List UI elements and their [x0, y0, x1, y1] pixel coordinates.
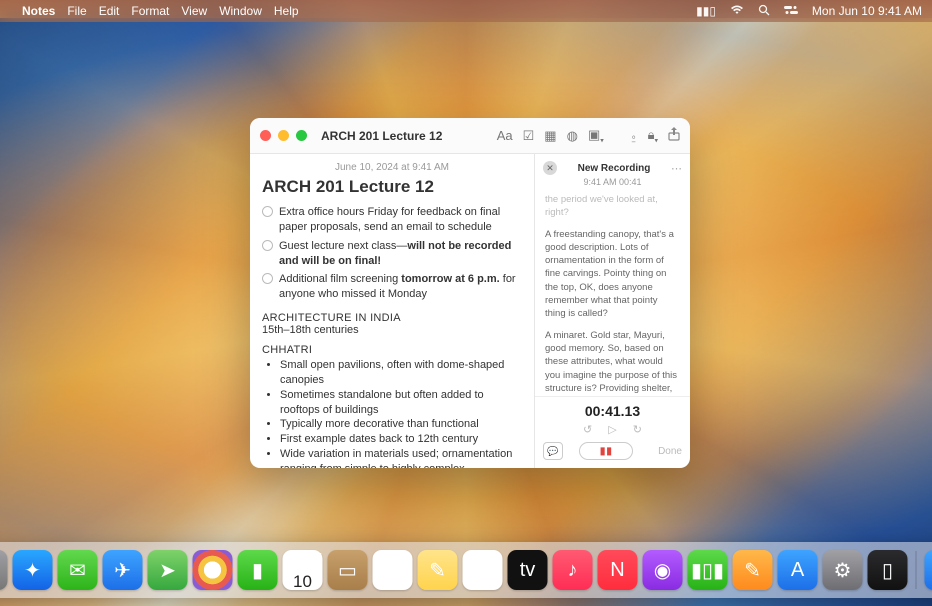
play-icon[interactable]: ▷ [608, 423, 616, 436]
recording-elapsed-time: 00:41.13 [543, 403, 682, 419]
dock-app-settings[interactable]: ⚙ [823, 550, 863, 590]
section-heading: CHHATRI [262, 344, 522, 356]
dock-app-notes[interactable]: ✎ [418, 550, 458, 590]
skip-back-icon[interactable]: ↺ [583, 423, 592, 436]
dock-app-mail[interactable]: ✈︎ [103, 550, 143, 590]
menubar: Notes File Edit Format View Window Help … [0, 0, 932, 22]
menu-help[interactable]: Help [274, 4, 299, 18]
dock-app-maps[interactable]: ➤ [148, 550, 188, 590]
battery-icon[interactable]: ▮▮▯ [696, 4, 716, 18]
app-name[interactable]: Notes [22, 4, 55, 18]
window-title: ARCH 201 Lecture 12 [321, 129, 442, 143]
dock-separator [916, 551, 917, 589]
dock-app-tv[interactable]: tv [508, 550, 548, 590]
window-titlebar[interactable]: ARCH 201 Lecture 12 Aa ☑ ▦ ◍ ▣▾ ⍛ 🔒︎▾ [250, 118, 690, 154]
recording-sidebar: ✕ New Recording ⋯ 9:41 AM 00:41 the peri… [534, 154, 690, 468]
dock-app-photos[interactable] [193, 550, 233, 590]
lock-icon[interactable]: 🔒︎▾ [648, 127, 658, 145]
menubar-clock[interactable]: Mon Jun 10 9:41 AM [812, 4, 922, 18]
wifi-icon[interactable] [730, 4, 744, 18]
checkbox-icon[interactable] [262, 206, 273, 217]
dock-app-messages[interactable]: ✉︎ [58, 550, 98, 590]
share-icon[interactable] [668, 127, 680, 144]
note-content[interactable]: June 10, 2024 at 9:41 AM ARCH 201 Lectur… [250, 154, 534, 468]
dock-app-calendar[interactable]: JUN 10 [283, 550, 323, 590]
dock-app-iphone-mirroring[interactable]: ▯ [868, 550, 908, 590]
dock-app-freeform[interactable]: 〰 [463, 550, 503, 590]
transcript-line: the period we've looked at, right? [545, 193, 680, 220]
bullet-item: Sometimes standalone but often added to … [280, 388, 522, 418]
section-heading: ARCHITECTURE IN INDIA [262, 312, 522, 324]
menu-format[interactable]: Format [131, 4, 169, 18]
notes-window: ARCH 201 Lecture 12 Aa ☑ ▦ ◍ ▣▾ ⍛ 🔒︎▾ Ju… [250, 118, 690, 468]
dock-app-music[interactable]: ♪ [553, 550, 593, 590]
close-sidebar-button[interactable]: ✕ [543, 161, 557, 175]
checklist-item[interactable]: Extra office hours Friday for feedback o… [262, 203, 522, 237]
transcript[interactable]: the period we've looked at, right? A fre… [535, 193, 690, 396]
dock-app-appstore[interactable]: A [778, 550, 818, 590]
window-close-button[interactable] [260, 130, 271, 141]
skip-forward-icon[interactable]: ↻ [633, 423, 642, 436]
link-icon[interactable]: ⍛ [630, 128, 638, 144]
dock-app-contacts[interactable]: ▭ [328, 550, 368, 590]
note-title: ARCH 201 Lecture 12 [262, 177, 522, 197]
recording-title: New Recording [563, 163, 665, 174]
more-options-icon[interactable]: ⋯ [671, 162, 682, 175]
dock-downloads[interactable]: ⬇ [925, 550, 932, 590]
dock: ☻ ▦ ✦ ✉︎ ✈︎ ➤ ▮ JUN 10 ▭ ≡ ✎ 〰 tv ♪ N ◉ … [0, 542, 932, 598]
menu-view[interactable]: View [181, 4, 207, 18]
dock-app-numbers[interactable]: ▮▯▮ [688, 550, 728, 590]
dock-app-podcasts[interactable]: ◉ [643, 550, 683, 590]
checklist-item[interactable]: Guest lecture next class—will not be rec… [262, 237, 522, 271]
dock-app-reminders[interactable]: ≡ [373, 550, 413, 590]
dock-app-pages[interactable]: ✎ [733, 550, 773, 590]
control-center-icon[interactable] [784, 4, 798, 18]
menu-window[interactable]: Window [219, 4, 262, 18]
dock-app-facetime[interactable]: ▮ [238, 550, 278, 590]
checklist-icon[interactable]: ☑ [523, 128, 535, 144]
checkbox-icon[interactable] [262, 240, 273, 251]
media-icon[interactable]: ▣▾ [588, 127, 604, 145]
window-zoom-button[interactable] [296, 130, 307, 141]
search-icon[interactable] [758, 4, 770, 19]
dock-app-news[interactable]: N [598, 550, 638, 590]
table-icon[interactable]: ▦ [544, 128, 556, 144]
bullet-item: Typically more decorative than functiona… [280, 417, 522, 432]
pause-record-button[interactable]: ▮▮ [579, 442, 633, 460]
done-button[interactable]: Done [658, 446, 682, 457]
bullet-item: First example dates back to 12th century [280, 432, 522, 447]
audio-icon[interactable]: ◍ [567, 128, 578, 144]
checklist-item[interactable]: Additional film screening tomorrow at 6 … [262, 270, 522, 304]
format-text-icon[interactable]: Aa [497, 128, 513, 143]
recording-subtitle: 9:41 AM 00:41 [535, 177, 690, 187]
transcript-toggle-button[interactable]: 💬 [543, 442, 563, 460]
transcript-paragraph: A freestanding canopy, that's a good des… [545, 228, 680, 321]
dock-app-launchpad[interactable]: ▦ [0, 550, 8, 590]
bullet-item: Wide variation in materials used; orname… [280, 447, 522, 468]
transcript-paragraph: A minaret. Gold star, Mayuri, good memor… [545, 329, 680, 396]
note-date: June 10, 2024 at 9:41 AM [262, 162, 522, 173]
checkbox-icon[interactable] [262, 273, 273, 284]
menu-file[interactable]: File [67, 4, 86, 18]
dock-app-safari[interactable]: ✦ [13, 550, 53, 590]
menu-edit[interactable]: Edit [99, 4, 120, 18]
section-subheading: 15th–18th centuries [262, 324, 522, 336]
window-minimize-button[interactable] [278, 130, 289, 141]
bullet-item: Small open pavilions, often with dome-sh… [280, 358, 522, 388]
